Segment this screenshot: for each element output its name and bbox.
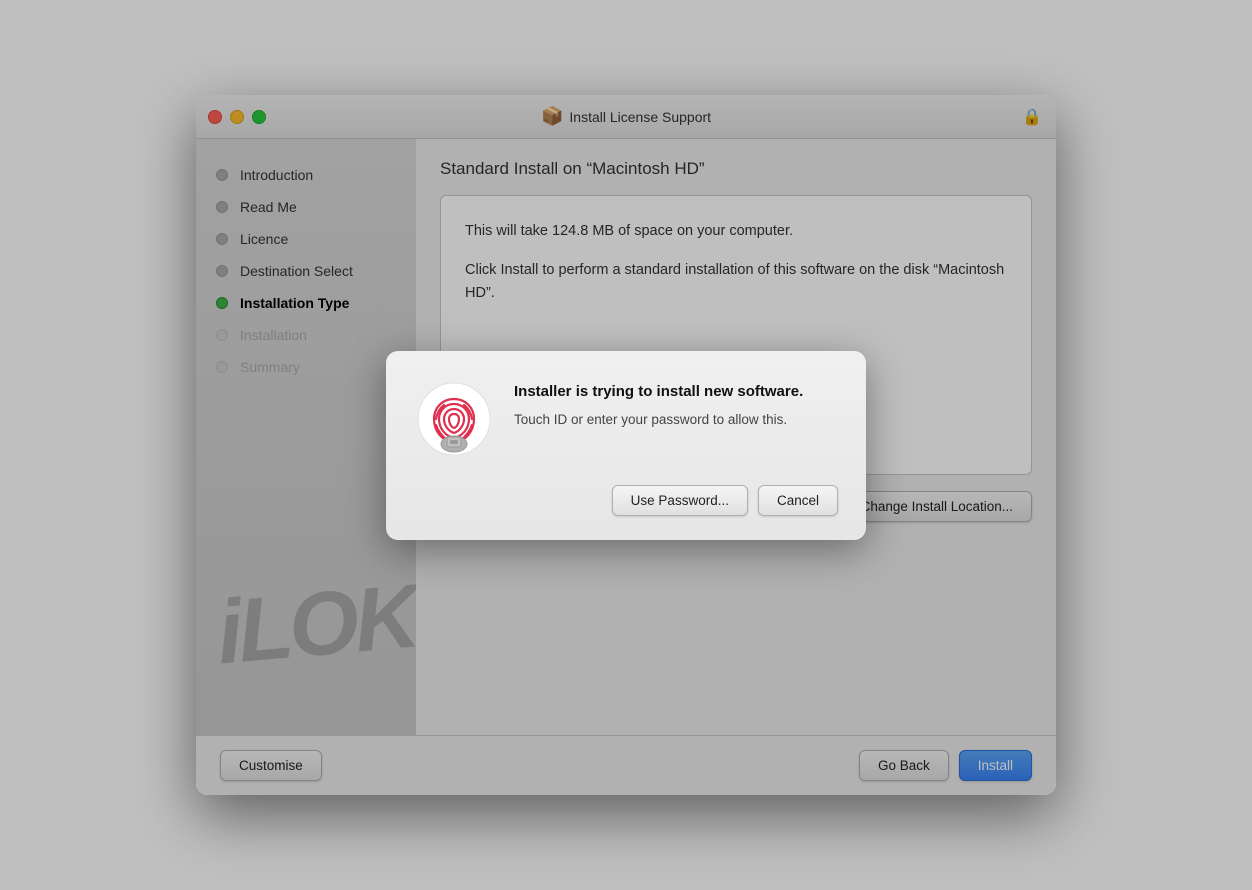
modal-overlay: Installer is trying to install new softw… <box>196 95 1056 795</box>
auth-modal: Installer is trying to install new softw… <box>386 351 866 540</box>
modal-text-block: Installer is trying to install new softw… <box>514 381 838 430</box>
modal-body: Installer is trying to install new softw… <box>414 381 838 461</box>
modal-subtitle: Touch ID or enter your password to allow… <box>514 410 838 430</box>
use-password-button[interactable]: Use Password... <box>612 485 748 516</box>
installer-window: 📦 Install License Support 🔒 Introduction… <box>196 95 1056 795</box>
modal-icon <box>414 381 494 461</box>
fingerprint-icon <box>414 381 494 461</box>
modal-buttons: Use Password... Cancel <box>414 485 838 516</box>
cancel-button[interactable]: Cancel <box>758 485 838 516</box>
modal-title: Installer is trying to install new softw… <box>514 381 838 402</box>
